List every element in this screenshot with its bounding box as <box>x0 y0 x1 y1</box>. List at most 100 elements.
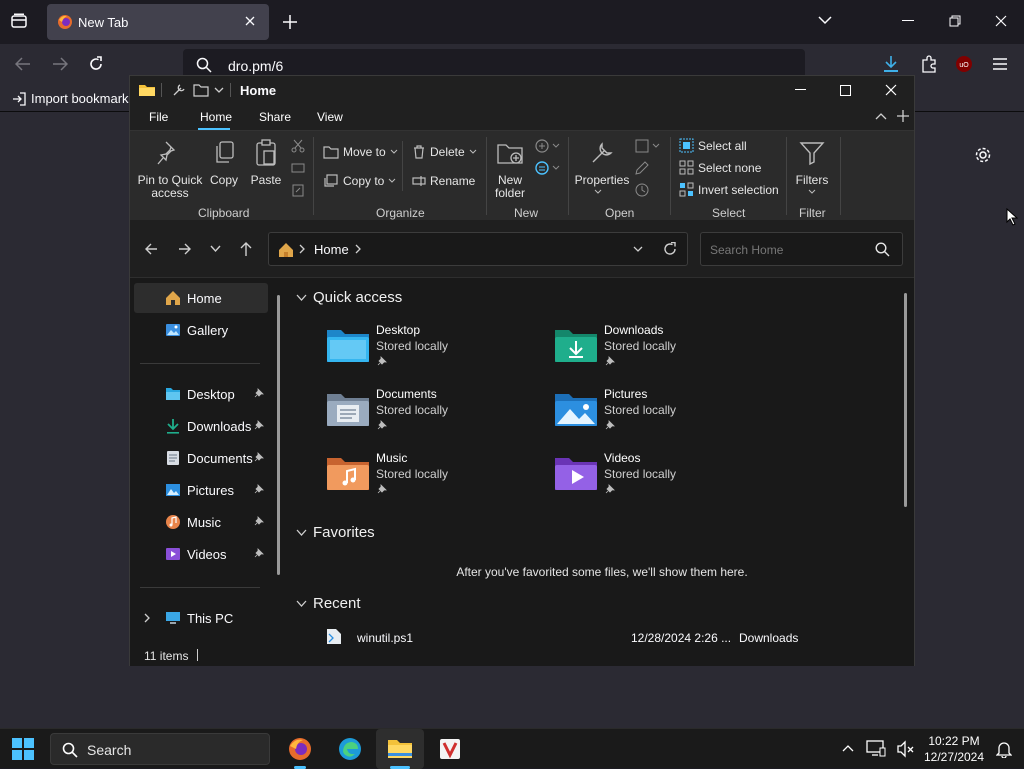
paste-icon[interactable] <box>255 139 277 167</box>
quick-access-desktop[interactable]: Desktop Stored locally <box>326 323 546 379</box>
edit-icon[interactable] <box>634 160 650 176</box>
breadcrumb-home[interactable]: Home <box>314 242 349 257</box>
chevron-down-icon[interactable] <box>594 189 602 195</box>
quick-access-videos[interactable]: Videos Stored locally <box>554 451 774 507</box>
nav-scrollbar[interactable] <box>277 295 280 575</box>
close-browser-icon[interactable] <box>995 15 1007 27</box>
reload-icon[interactable] <box>88 56 104 72</box>
taskbar-app[interactable] <box>426 729 474 769</box>
nav-item-gallery[interactable]: Gallery <box>134 315 268 345</box>
select-none-button[interactable]: Select none <box>679 160 761 175</box>
copy-icon[interactable] <box>213 140 235 166</box>
clock[interactable]: 10:22 PM 12/27/2024 <box>918 733 990 765</box>
copy-label[interactable]: Copy <box>204 174 244 187</box>
collapse-ribbon-icon[interactable] <box>875 112 887 120</box>
quick-access-pictures[interactable]: Pictures Stored locally <box>554 387 774 443</box>
cut-icon[interactable] <box>291 139 305 153</box>
nav-item-this-pc[interactable]: This PC <box>134 603 268 633</box>
customize-chevron-icon[interactable] <box>214 86 224 94</box>
rename-button[interactable]: Rename <box>412 174 475 188</box>
invert-selection-button[interactable]: Invert selection <box>679 182 779 197</box>
filters-label[interactable]: Filters <box>790 174 834 187</box>
nav-item-pictures[interactable]: Pictures <box>134 475 268 505</box>
chevron-down-icon[interactable] <box>808 189 816 195</box>
minimize-icon[interactable] <box>902 20 914 22</box>
paste-shortcut-icon[interactable] <box>291 183 305 197</box>
recent-file-row[interactable]: winutil.ps1 12/28/2024 2:26 ... Download… <box>320 628 820 644</box>
open-icon[interactable] <box>634 138 662 154</box>
select-all-button[interactable]: Select all <box>679 138 747 153</box>
explorer-close-button[interactable] <box>868 76 914 104</box>
tab-share[interactable]: Share <box>259 110 291 124</box>
add-tab-icon[interactable] <box>897 110 909 122</box>
notification-bell-icon[interactable] <box>996 740 1012 758</box>
copy-to-button[interactable]: Copy to <box>323 174 396 188</box>
explorer-minimize-button[interactable] <box>777 76 823 104</box>
nav-item-videos[interactable]: Videos <box>134 539 268 569</box>
pin-to-quick-access-label-2[interactable]: access <box>135 187 205 200</box>
new-folder-label-2[interactable]: folder <box>487 187 533 200</box>
section-favorites[interactable]: Favorites <box>296 524 375 541</box>
start-button-icon[interactable] <box>12 738 34 760</box>
import-bookmarks-link[interactable]: Import bookmarks <box>12 91 135 106</box>
nav-up-icon[interactable] <box>239 241 253 257</box>
copy-path-icon[interactable] <box>291 161 305 175</box>
volume-muted-icon[interactable] <box>896 740 914 758</box>
nav-forward-icon[interactable] <box>178 242 192 256</box>
explorer-maximize-button[interactable] <box>822 76 868 104</box>
paste-label[interactable]: Paste <box>246 174 286 187</box>
nav-item-documents[interactable]: Documents <box>134 443 268 473</box>
downloads-icon[interactable] <box>883 55 899 73</box>
search-box[interactable]: Search Home <box>700 232 903 266</box>
filter-icon[interactable] <box>799 140 825 166</box>
hamburger-menu-icon[interactable] <box>992 57 1008 71</box>
list-all-tabs-icon[interactable] <box>10 12 28 30</box>
nav-item-desktop[interactable]: Desktop <box>134 379 268 409</box>
taskbar-firefox[interactable] <box>276 729 324 769</box>
properties-quick-icon[interactable] <box>171 82 187 98</box>
address-history-chevron-icon[interactable] <box>633 246 643 253</box>
properties-label[interactable]: Properties <box>574 174 630 187</box>
tab-view[interactable]: View <box>317 110 343 124</box>
forward-icon[interactable] <box>52 57 68 71</box>
quick-access-downloads[interactable]: Downloads Stored locally <box>554 323 774 379</box>
delete-button[interactable]: Delete <box>412 145 477 159</box>
move-to-button[interactable]: Move to <box>323 145 398 159</box>
pin-icon[interactable] <box>157 140 181 166</box>
easy-access-icon[interactable] <box>534 160 562 176</box>
content-scrollbar[interactable] <box>904 293 907 507</box>
close-tab-icon[interactable] <box>244 15 256 27</box>
tab-home[interactable]: Home <box>200 110 232 124</box>
browser-tab[interactable]: New Tab <box>47 4 269 40</box>
show-hidden-icons-chevron-icon[interactable] <box>842 744 854 752</box>
ublock-origin-icon[interactable]: uO <box>955 55 973 73</box>
new-folder-icon[interactable] <box>496 140 524 166</box>
taskbar-edge[interactable] <box>326 729 374 769</box>
pin-icon[interactable] <box>254 484 264 494</box>
refresh-icon[interactable] <box>663 242 677 256</box>
nav-item-music[interactable]: Music <box>134 507 268 537</box>
quick-access-documents[interactable]: Documents Stored locally <box>326 387 546 443</box>
section-recent[interactable]: Recent <box>296 595 361 612</box>
pin-icon[interactable] <box>254 548 264 558</box>
address-bar[interactable]: Home <box>268 232 688 266</box>
back-icon[interactable] <box>15 57 31 71</box>
new-item-icon[interactable] <box>534 138 562 154</box>
properties-icon[interactable] <box>589 140 615 166</box>
taskbar-search-box[interactable]: Search <box>50 733 270 765</box>
new-tab-icon[interactable] <box>282 14 298 30</box>
settings-gear-icon[interactable] <box>974 146 992 164</box>
extensions-icon[interactable] <box>921 55 937 73</box>
nav-back-icon[interactable] <box>144 242 158 256</box>
network-icon[interactable] <box>866 739 886 757</box>
nav-item-home[interactable]: Home <box>134 283 268 313</box>
restore-icon[interactable] <box>949 15 961 27</box>
tab-file[interactable]: File <box>149 110 168 124</box>
section-quick-access[interactable]: Quick access <box>296 289 402 306</box>
nav-item-downloads[interactable]: Downloads <box>134 411 268 441</box>
tab-list-chevron-icon[interactable] <box>818 15 832 25</box>
quick-access-music[interactable]: Music Stored locally <box>326 451 546 507</box>
recent-locations-chevron-icon[interactable] <box>210 245 221 253</box>
pin-icon[interactable] <box>254 388 264 398</box>
taskbar-file-explorer[interactable] <box>376 729 424 769</box>
